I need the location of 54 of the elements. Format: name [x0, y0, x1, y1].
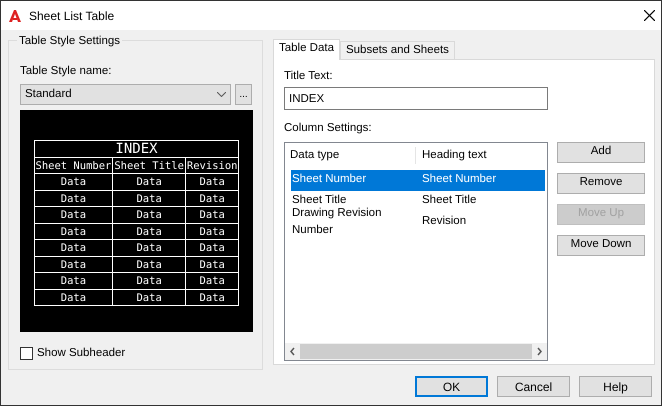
- window-title: Sheet List Table: [29, 8, 114, 24]
- side-button[interactable]: Move Down: [557, 234, 645, 256]
- field-label: Title Text:: [284, 69, 334, 84]
- preview-cell: Data: [34, 289, 113, 306]
- preview-cell: Data: [112, 223, 186, 240]
- dialog-button[interactable]: Cancel: [497, 376, 570, 397]
- preview-cell: Data: [185, 240, 239, 256]
- preview-cell: Data: [34, 240, 113, 256]
- checkbox[interactable]: [20, 347, 33, 360]
- side-button[interactable]: Remove: [557, 172, 645, 194]
- side-button[interactable]: Add: [557, 142, 645, 162]
- preview-cell: Data: [34, 256, 113, 273]
- browse-button[interactable]: ...: [235, 84, 252, 106]
- scroll-right-icon[interactable]: [536, 346, 543, 356]
- preview-header-cell: Sheet Title: [112, 157, 186, 174]
- preview-title: INDEX: [34, 140, 239, 158]
- field-label: Column Settings:: [284, 121, 373, 136]
- dialog-button[interactable]: Help: [579, 376, 652, 397]
- preview-cell: Data: [185, 256, 239, 273]
- chevron-down-icon: [217, 92, 226, 98]
- preview-cell: Data: [112, 174, 186, 190]
- preview-cell: Data: [185, 289, 239, 306]
- preview-cell: Data: [112, 256, 186, 273]
- preview-cell: Data: [185, 206, 239, 224]
- preview-cell: Data: [34, 223, 113, 240]
- column-header[interactable]: Heading text: [416, 146, 487, 164]
- preview-cell: Data: [112, 272, 186, 290]
- preview-cell: Data: [185, 174, 239, 190]
- column-header[interactable]: Data type: [290, 146, 416, 164]
- preview-cell: Data: [185, 223, 239, 240]
- scrollbar-thumb[interactable]: [300, 344, 532, 358]
- preview-header-cell: Revision: [185, 157, 239, 174]
- list-row[interactable]: Sheet Number Sheet Number: [291, 170, 545, 190]
- preview-cell: Data: [112, 206, 186, 224]
- preview-cell: Data: [112, 190, 186, 207]
- preview-cell: Data: [34, 272, 113, 290]
- preview-cell: Data: [185, 272, 239, 290]
- checkbox-label[interactable]: Show Subheader: [37, 345, 126, 362]
- style-dropdown[interactable]: Standard: [20, 84, 232, 106]
- preview-cell: Data: [34, 190, 113, 207]
- preview-header-cell: Sheet Number: [34, 157, 113, 174]
- tab[interactable]: Table Data: [273, 39, 340, 60]
- title-text-field[interactable]: INDEX: [284, 87, 548, 110]
- field-label: Table Style name:: [20, 64, 112, 79]
- close-icon[interactable]: [644, 10, 655, 21]
- app-logo-icon: [9, 10, 21, 22]
- preview-cell: Data: [34, 174, 113, 190]
- preview-cell: Data: [185, 190, 239, 207]
- tab[interactable]: Subsets and Sheets: [340, 41, 455, 59]
- preview-cell: Data: [112, 289, 186, 306]
- scroll-left-icon[interactable]: [289, 346, 296, 356]
- preview-cell: Data: [34, 206, 113, 224]
- preview-cell: Data: [112, 240, 186, 256]
- dialog-button[interactable]: OK: [415, 376, 488, 397]
